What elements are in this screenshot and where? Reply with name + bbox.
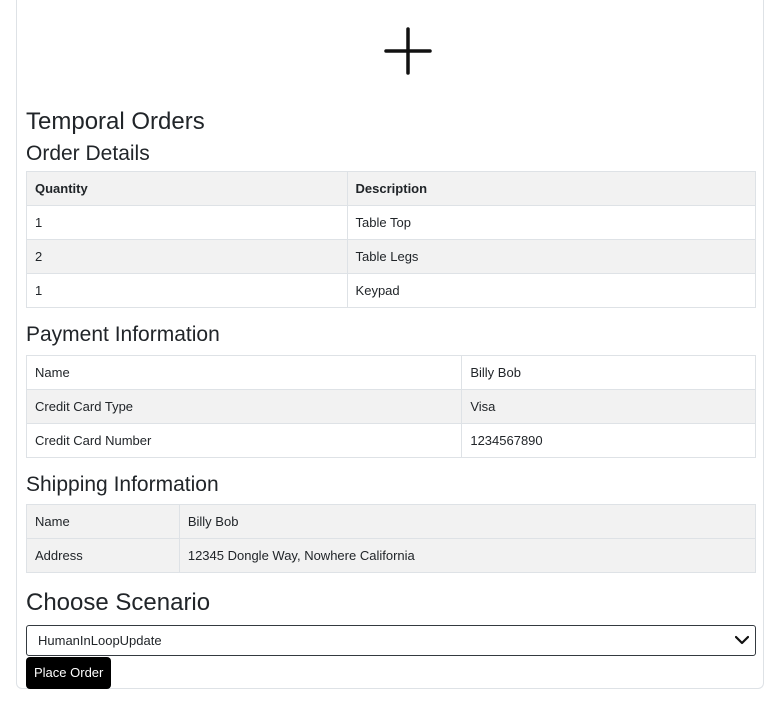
description-cell: Table Legs	[346, 239, 757, 274]
table-row: 2 Table Legs	[26, 239, 757, 274]
description-cell: Keypad	[346, 273, 757, 308]
payment-label: Credit Card Type	[25, 389, 463, 424]
payment-value: Visa	[461, 389, 756, 424]
payment-value: 1234567890	[461, 423, 756, 458]
table-row: Credit Card Type Visa	[25, 389, 756, 424]
column-header-description: Description	[346, 171, 757, 206]
shipping-value: Billy Bob	[178, 504, 757, 539]
column-header-quantity: Quantity	[26, 171, 348, 206]
scenario-heading: Choose Scenario	[26, 589, 211, 616]
payment-table: Name Billy Bob Credit Card Type Visa Cre…	[25, 355, 756, 458]
payment-value: Billy Bob	[461, 355, 756, 390]
table-row: Name Billy Bob	[25, 355, 756, 390]
main-content: Temporal Orders Order Details Quantity D…	[25, 106, 757, 689]
shipping-label: Name	[26, 504, 180, 539]
quantity-cell: 1	[26, 205, 348, 240]
table-row: Credit Card Number 1234567890	[25, 423, 756, 458]
table-row: 1 Table Top	[26, 205, 757, 240]
payment-label: Name	[25, 355, 463, 390]
table-header-row: Quantity Description	[26, 171, 757, 206]
description-cell: Table Top	[346, 205, 757, 240]
order-details-table: Quantity Description 1 Table Top 2 Table…	[26, 171, 757, 308]
shipping-label: Address	[26, 538, 180, 573]
page-title: Temporal Orders	[26, 108, 205, 135]
shipping-heading: Shipping Information	[26, 473, 219, 496]
shipping-value: 12345 Dongle Way, Nowhere California	[178, 538, 757, 573]
scenario-select[interactable]: HumanInLoopUpdate	[26, 625, 756, 656]
scenario-selected-value: HumanInLoopUpdate	[38, 633, 162, 648]
place-order-button[interactable]: Place Order	[26, 657, 112, 689]
order-details-heading: Order Details	[26, 142, 150, 165]
table-row: Address 12345 Dongle Way, Nowhere Califo…	[26, 538, 757, 573]
plus-icon	[384, 27, 432, 75]
payment-label: Credit Card Number	[25, 423, 463, 458]
quantity-cell: 2	[26, 239, 348, 274]
table-row: Name Billy Bob	[26, 504, 757, 539]
shipping-table: Name Billy Bob Address 12345 Dongle Way,…	[26, 504, 757, 573]
quantity-cell: 1	[26, 273, 348, 308]
chevron-down-icon	[735, 635, 749, 645]
table-row: 1 Keypad	[26, 273, 757, 308]
payment-heading: Payment Information	[26, 323, 220, 346]
